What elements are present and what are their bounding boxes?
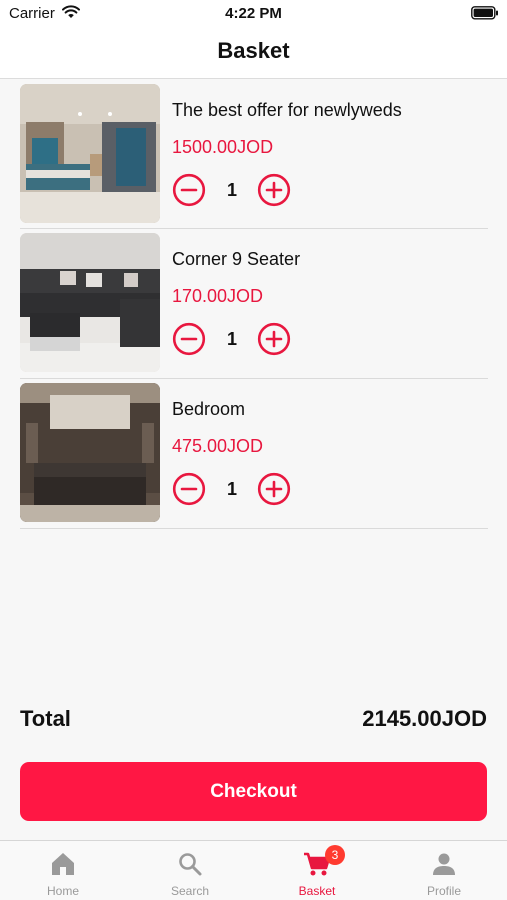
total-row: Total 2145.00JOD (20, 706, 487, 736)
tab-home[interactable]: Home (0, 841, 126, 900)
plus-circle-icon (257, 322, 291, 356)
item-price: 170.00JOD (172, 286, 264, 306)
cart-count-badge: 3 (325, 845, 345, 865)
product-image (20, 84, 160, 223)
tab-label: Profile (426, 884, 461, 898)
decrease-quantity-button[interactable] (172, 472, 206, 506)
item-title: Bedroom (172, 399, 246, 419)
increase-quantity-button[interactable] (257, 472, 291, 506)
tab-search[interactable]: Search (127, 841, 253, 900)
basket-item: Corner 9 Seater 170.00JOD 1 (20, 229, 488, 379)
plus-circle-icon (257, 472, 291, 506)
basket-list: The best offer for newlyweds 1500.00JOD … (20, 80, 488, 529)
quantity-value: 1 (226, 479, 237, 499)
total-label: Total (20, 706, 71, 731)
minus-circle-icon (172, 173, 206, 207)
item-price: 1500.00JOD (172, 137, 274, 157)
quantity-value: 1 (226, 329, 237, 349)
tab-profile[interactable]: Profile (381, 841, 507, 900)
tab-label: Home (46, 884, 79, 898)
basket-item: Bedroom 475.00JOD 1 (20, 379, 488, 529)
page-title: Basket (217, 38, 290, 63)
quantity-value: 1 (226, 180, 237, 200)
tab-label: Basket (298, 884, 336, 898)
navigation-bar: Basket (0, 28, 507, 79)
home-icon (50, 851, 76, 882)
checkout-button[interactable]: Checkout (20, 762, 487, 821)
tab-basket[interactable]: 3 Basket (254, 841, 380, 900)
item-title: Corner 9 Seater (172, 249, 301, 269)
plus-circle-icon (257, 173, 291, 207)
decrease-quantity-button[interactable] (172, 322, 206, 356)
tab-bar: Home Search 3 Basket Profile (0, 840, 507, 900)
status-bar: Carrier 4:22 PM (0, 0, 507, 28)
total-value: 2145.00JOD (362, 706, 487, 731)
item-title: The best offer for newlyweds (172, 100, 402, 120)
person-icon (431, 851, 457, 882)
search-icon (177, 851, 203, 882)
item-price: 475.00JOD (172, 436, 264, 456)
decrease-quantity-button[interactable] (172, 173, 206, 207)
battery-icon (471, 6, 499, 25)
status-time: 4:22 PM (225, 5, 282, 22)
minus-circle-icon (172, 322, 206, 356)
tab-label: Search (170, 884, 210, 898)
increase-quantity-button[interactable] (257, 322, 291, 356)
minus-circle-icon (172, 472, 206, 506)
increase-quantity-button[interactable] (257, 173, 291, 207)
basket-item: The best offer for newlyweds 1500.00JOD … (20, 80, 488, 229)
product-image (20, 233, 160, 372)
product-image (20, 383, 160, 522)
